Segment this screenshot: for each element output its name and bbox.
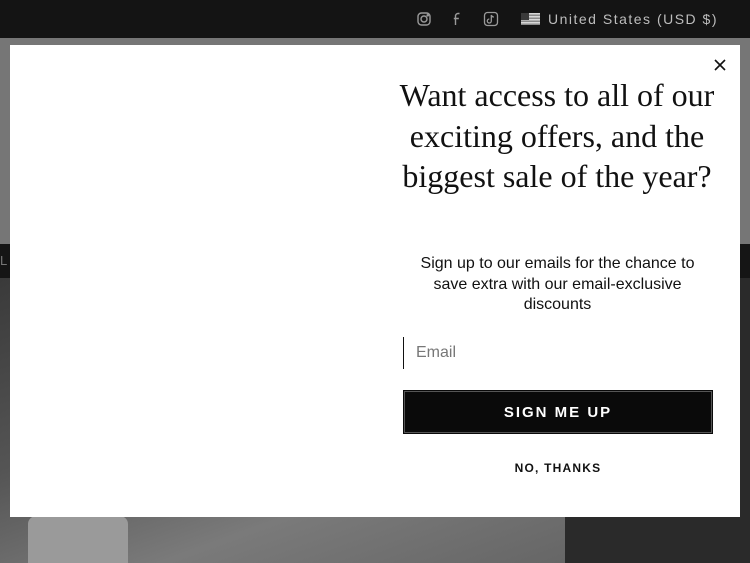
sign-me-up-button[interactable]: SIGN ME UP [403,390,713,434]
email-input[interactable] [403,337,713,369]
country-selector[interactable]: United States (USD $) [521,10,718,28]
popup-headline: Want access to all of our exciting offer… [399,77,715,194]
no-thanks-button[interactable]: NO, THANKS [403,461,713,475]
instagram-icon[interactable] [415,10,433,28]
popup-subtext: Sign up to our emails for the chance to … [420,255,695,313]
newsletter-popup: Want access to all of our exciting offer… [10,45,740,517]
close-icon[interactable] [711,56,729,74]
product-image [28,516,128,563]
announcement-bar: United States (USD $) [0,0,750,38]
country-label: United States (USD $) [548,11,718,27]
facebook-icon[interactable] [448,10,466,28]
us-flag-icon [521,13,540,25]
tiktok-icon[interactable] [482,10,500,28]
